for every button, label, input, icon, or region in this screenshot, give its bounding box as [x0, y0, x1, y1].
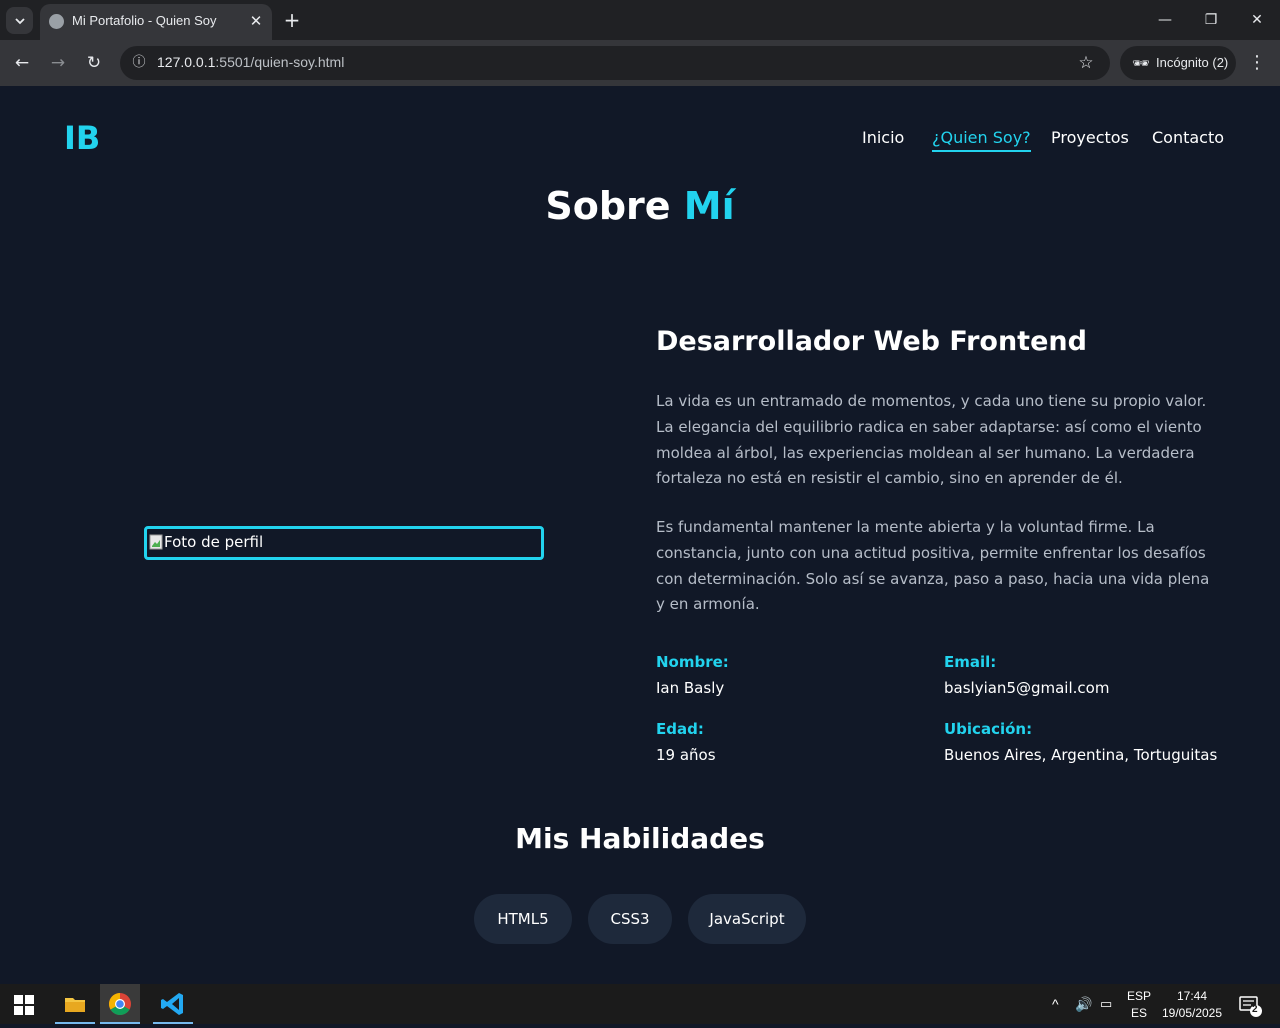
title-plain: Sobre: [545, 184, 671, 228]
incognito-label: Incógnito (2): [1156, 55, 1229, 70]
forward-button[interactable]: →: [44, 49, 72, 77]
chevron-down-icon: [14, 17, 25, 24]
skills-title: Mis Habilidades: [515, 822, 765, 855]
tab-title: Mi Portafolio - Quien Soy: [72, 13, 217, 28]
about-paragraph-1: La vida es un entramado de momentos, y c…: [656, 392, 1207, 488]
location-label: Ubicación:: [944, 720, 1033, 738]
nav-contacto[interactable]: Contacto: [1152, 128, 1224, 147]
nav-proyectos[interactable]: Proyectos: [1051, 128, 1129, 147]
email-value[interactable]: baslyian5@gmail.com: [944, 679, 1109, 697]
nav-quien-soy[interactable]: ¿Quien Soy?: [932, 128, 1031, 152]
browser-tab[interactable]: Mi Portafolio - Quien Soy ✕: [40, 4, 272, 40]
role-title: Desarrollador Web Frontend: [656, 326, 1087, 357]
notification-count: 2: [1252, 1004, 1258, 1015]
notifications-icon[interactable]: 2: [1237, 984, 1263, 1024]
skill-javascript: JavaScript: [688, 894, 806, 944]
show-hidden-icons-icon[interactable]: ^: [1052, 984, 1068, 1024]
clock[interactable]: 17:44 19/05/2025: [1160, 984, 1224, 1024]
page-title: Sobre Mí: [0, 184, 1280, 228]
url-path: :5501/quien-soy.html: [215, 54, 345, 70]
close-window-button[interactable]: ✕: [1234, 4, 1280, 36]
address-bar[interactable]: ⓘ 127.0.0.1:5501/quien-soy.html ☆: [120, 46, 1110, 80]
vscode-icon[interactable]: [153, 984, 193, 1024]
email-label: Email:: [944, 653, 997, 671]
age-value: 19 años: [656, 746, 716, 764]
browser-toolbar: ← → ↻ ⓘ 127.0.0.1:5501/quien-soy.html ☆ …: [0, 40, 1280, 86]
language-top: ESP: [1127, 989, 1152, 1003]
windows-taskbar: ^ 🔊 ▭ ESP ES 17:44 19/05/2025 2: [0, 984, 1280, 1024]
url-text[interactable]: 127.0.0.1:5501/quien-soy.html: [157, 54, 344, 70]
title-accent: Mí: [683, 184, 735, 228]
new-tab-button[interactable]: +: [280, 8, 304, 32]
restore-button[interactable]: ❐: [1188, 4, 1234, 36]
browser-menu-icon[interactable]: ⋮: [1245, 49, 1269, 77]
volume-icon[interactable]: 🔊: [1075, 984, 1095, 1024]
bookmark-star-icon[interactable]: ☆: [1074, 51, 1098, 75]
url-host: 127.0.0.1: [157, 54, 216, 70]
windows-start-icon[interactable]: [14, 995, 34, 1015]
language-indicator[interactable]: ESP ES: [1127, 984, 1151, 1024]
profile-photo: Foto de perfil: [144, 526, 544, 560]
tab-search-button[interactable]: [6, 7, 33, 34]
close-tab-icon[interactable]: ✕: [246, 11, 266, 31]
file-explorer-icon[interactable]: [55, 984, 95, 1024]
globe-icon: [49, 14, 64, 29]
language-bottom: ES: [1130, 1006, 1147, 1020]
nav-inicio[interactable]: Inicio: [862, 128, 904, 147]
reload-button[interactable]: ↻: [80, 49, 108, 77]
skill-html5: HTML5: [474, 894, 572, 944]
page-content: IB Inicio ¿Quien Soy? Proyectos Contacto…: [0, 86, 1280, 984]
network-icon[interactable]: ▭: [1100, 984, 1120, 1024]
photo-alt-text: Foto de perfil: [164, 533, 264, 551]
browser-tab-bar: Mi Portafolio - Quien Soy ✕ + — ❐ ✕: [0, 0, 1280, 40]
chrome-icon[interactable]: [100, 984, 140, 1024]
age-label: Edad:: [656, 720, 704, 738]
minimize-button[interactable]: —: [1142, 4, 1188, 36]
clock-date: 19/05/2025: [1161, 1006, 1223, 1020]
back-button[interactable]: ←: [8, 49, 36, 77]
skill-css3: CSS3: [588, 894, 672, 944]
clock-time: 17:44: [1176, 989, 1208, 1003]
name-label: Nombre:: [656, 653, 729, 671]
name-value: Ian Basly: [656, 679, 725, 697]
site-logo[interactable]: IB: [64, 119, 100, 157]
site-info-icon[interactable]: ⓘ: [128, 52, 150, 74]
incognito-icon: 🕶: [1132, 55, 1150, 71]
broken-image-icon: [149, 534, 163, 550]
location-value: Buenos Aires, Argentina, Tortuguitas: [944, 746, 1218, 764]
about-paragraph-2: Es fundamental mantener la mente abierta…: [656, 518, 1210, 614]
incognito-indicator[interactable]: 🕶 Incógnito (2): [1120, 46, 1236, 80]
